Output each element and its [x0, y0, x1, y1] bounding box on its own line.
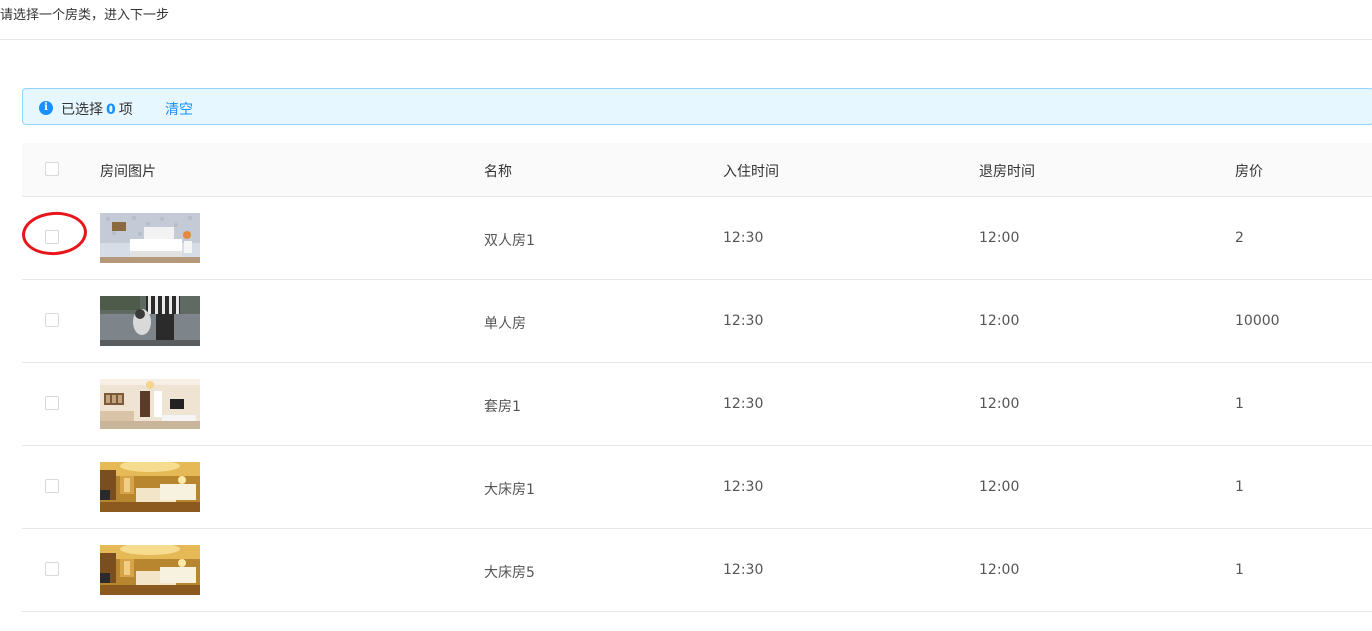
- checkout-time: 12:00: [979, 230, 1020, 246]
- room-name: 大床房1: [484, 482, 535, 498]
- column-header-name: 名称: [484, 164, 512, 180]
- clear-selection-link[interactable]: 清空: [165, 99, 193, 119]
- room-price: 1: [1235, 479, 1244, 495]
- row-checkbox[interactable]: [45, 313, 59, 327]
- select-all-checkbox[interactable]: [45, 162, 59, 176]
- room-price: 1: [1235, 562, 1244, 578]
- selection-alert: i 已选择 0 项 清空: [22, 88, 1372, 125]
- checkout-time: 12:00: [979, 396, 1020, 412]
- row-checkbox[interactable]: [45, 479, 59, 493]
- room-name: 套房1: [484, 399, 521, 415]
- column-header-image: 房间图片: [100, 164, 156, 180]
- column-header-price: 房价: [1235, 164, 1263, 180]
- room-photo-bedroom: [100, 213, 200, 263]
- divider: [0, 39, 1372, 40]
- table-row[interactable]: 套房1 12:30 12:00 1: [22, 363, 1372, 446]
- room-price: 1: [1235, 396, 1244, 412]
- instruction-text: 请选择一个房类，进入下一步: [0, 8, 170, 23]
- checkout-time: 12:00: [979, 479, 1020, 495]
- row-checkbox[interactable]: [45, 562, 59, 576]
- room-price: 10000: [1235, 313, 1280, 329]
- checkout-time: 12:00: [979, 313, 1020, 329]
- selection-count: 0: [106, 102, 116, 118]
- selection-prefix: 已选择: [61, 102, 103, 118]
- checkin-time: 12:30: [723, 313, 764, 329]
- table-row[interactable]: 双人房1 12:30 12:00 2: [22, 197, 1372, 280]
- selection-suffix: 项: [118, 102, 133, 118]
- room-photo-dog: [100, 296, 200, 346]
- room-photo-warm-bedroom: [100, 545, 200, 595]
- table-row[interactable]: 单人房 12:30 12:00 10000: [22, 280, 1372, 363]
- column-header-checkin: 入住时间: [723, 164, 779, 180]
- room-name: 单人房: [484, 316, 526, 332]
- room-name: 双人房1: [484, 233, 535, 249]
- selection-summary: 已选择 0 项: [61, 99, 133, 119]
- room-price: 2: [1235, 230, 1244, 246]
- table-row[interactable]: 大床房5 12:30 12:00 1: [22, 529, 1372, 612]
- checkin-time: 12:30: [723, 230, 764, 246]
- info-icon: i: [39, 101, 53, 115]
- table-row[interactable]: 大床房1 12:30 12:00 1: [22, 446, 1372, 529]
- page: 请选择一个房类，进入下一步 i 已选择 0 项 清空 房间图片 名称 入住时间 退房…: [0, 0, 1372, 631]
- checkout-time: 12:00: [979, 562, 1020, 578]
- row-checkbox[interactable]: [45, 396, 59, 410]
- room-photo-suite: [100, 379, 200, 429]
- room-photo-warm-bedroom: [100, 462, 200, 512]
- checkin-time: 12:30: [723, 562, 764, 578]
- column-header-checkout: 退房时间: [979, 164, 1035, 180]
- checkin-time: 12:30: [723, 396, 764, 412]
- table-header: 房间图片 名称 入住时间 退房时间 房价: [22, 143, 1372, 197]
- checkin-time: 12:30: [723, 479, 764, 495]
- room-name: 大床房5: [484, 565, 535, 581]
